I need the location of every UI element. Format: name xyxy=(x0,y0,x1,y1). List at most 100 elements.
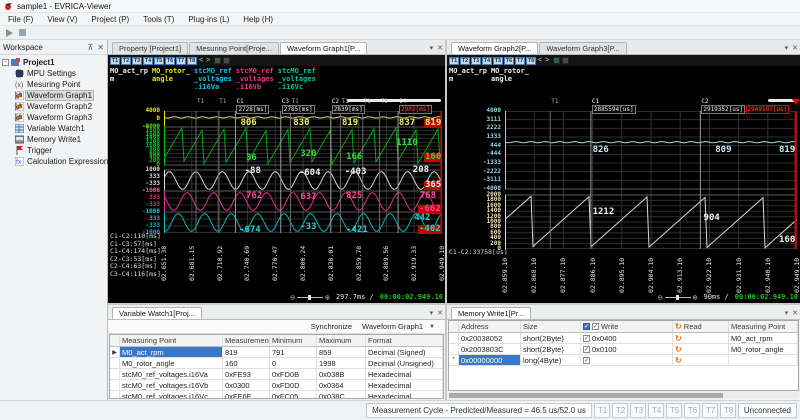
prev-cursor-button[interactable]: < xyxy=(538,57,542,64)
t1-button[interactable]: T1 xyxy=(449,56,459,65)
dock-menu-icon[interactable]: ▾ xyxy=(430,309,434,317)
tree-item-variable-watch[interactable]: Variable Watch1 xyxy=(2,123,107,134)
t2-button[interactable]: T2 xyxy=(460,56,470,65)
time-axis-label: 02.919.33 xyxy=(410,245,419,281)
menu-plugins[interactable]: Plug-ins (L) xyxy=(188,15,229,24)
write-checkbox[interactable]: ✓ xyxy=(583,334,590,342)
close-icon[interactable]: ✕ xyxy=(437,44,443,52)
dock-menu-icon[interactable]: ▾ xyxy=(785,44,789,52)
tab-waveform-graph3[interactable]: Waveform Graph3[P... xyxy=(539,42,627,54)
table-row[interactable]: ▶ M0_act_rpm 819 791 859 Decimal (Signed… xyxy=(110,347,443,358)
waveform-graph1-plot[interactable]: T1 T1 C1 2728[ms] C3 2785[ms] T1 C2 2839[ms] T1 T1… xyxy=(108,98,445,303)
close-icon[interactable]: ✕ xyxy=(792,309,798,317)
read-button[interactable]: ↻ xyxy=(675,345,682,354)
scrollbar-thumb[interactable] xyxy=(449,393,723,398)
tree-item-calculation-expression[interactable]: fx Calculation Expression xyxy=(2,156,108,167)
graph-tool-icon[interactable] xyxy=(214,57,222,64)
table-row[interactable]: 0x2003803C short(2Byte) ✓ 0x0100 ↻ M0_rot… xyxy=(449,344,798,355)
t6-button[interactable]: T6 xyxy=(504,56,514,65)
dock-menu-icon[interactable]: ▾ xyxy=(785,309,789,317)
zoom-out-icon[interactable]: ⊖ xyxy=(658,293,663,302)
write-checkbox[interactable]: ✓ xyxy=(583,356,590,364)
t5-button[interactable]: T5 xyxy=(154,56,164,65)
time-axis-label: 02.859.10 xyxy=(501,257,509,293)
table-row[interactable]: M0_rotor_angle 160 0 1998 Decimal (Unsig… xyxy=(110,358,443,369)
t8-button[interactable]: T8 xyxy=(187,56,197,65)
expander-icon[interactable]: - xyxy=(2,59,9,66)
tree-item-mpu-settings[interactable]: MPU Settings xyxy=(2,68,107,79)
status-t8[interactable]: T8 xyxy=(719,403,736,418)
status-t5[interactable]: T5 xyxy=(665,403,682,418)
write-all-checkbox[interactable]: ✓ xyxy=(583,323,590,330)
t4-button[interactable]: T4 xyxy=(482,56,492,65)
menu-file[interactable]: File (F) xyxy=(8,15,33,24)
close-icon[interactable]: ✕ xyxy=(97,43,104,52)
slider-handle[interactable] xyxy=(675,294,679,300)
menu-help[interactable]: Help (H) xyxy=(243,15,273,24)
tab-memory-write1[interactable]: Memory Write1[Pr... xyxy=(451,307,532,319)
t8-button[interactable]: T8 xyxy=(526,56,536,65)
status-t3[interactable]: T3 xyxy=(629,403,646,418)
stop-button[interactable] xyxy=(19,29,26,36)
tree-item-waveform-graph2[interactable]: Waveform Graph2 xyxy=(2,101,107,112)
close-icon[interactable]: ✕ xyxy=(792,44,798,52)
t1-button[interactable]: T1 xyxy=(110,56,120,65)
graph-tool-icon[interactable] xyxy=(553,57,561,64)
menu-project[interactable]: Project (P) xyxy=(91,15,129,24)
status-t6[interactable]: T6 xyxy=(683,403,700,418)
tab-measuring-point[interactable]: Mesuring Point[Proje... xyxy=(189,42,279,54)
prev-cursor-button[interactable]: < xyxy=(199,57,203,64)
tab-waveform-graph1[interactable]: Waveform Graph1[P... xyxy=(279,42,368,54)
t7-button[interactable]: T7 xyxy=(515,56,525,65)
tree-item-project[interactable]: - Project1 xyxy=(2,57,107,68)
table-row[interactable]: stcM0_ref_voltages.i16Vc 0xFE6E 0xFC05 0… xyxy=(110,391,443,398)
status-t1[interactable]: T1 xyxy=(593,403,610,418)
read-button[interactable]: ↻ xyxy=(675,356,682,365)
graph-capture-icon[interactable] xyxy=(562,57,570,64)
close-icon[interactable]: ✕ xyxy=(437,309,443,317)
slider-handle[interactable] xyxy=(308,294,312,300)
tab-waveform-graph2[interactable]: Waveform Graph2[P... xyxy=(451,42,539,54)
table-row[interactable]: 0x20038052 short(2Byte) ✓ 0x0400 ↻ M0_act… xyxy=(449,333,798,344)
tab-variable-watch1[interactable]: Variable Watch1[Proj... xyxy=(112,307,202,319)
horizontal-scrollbar[interactable] xyxy=(448,392,799,399)
zoom-in-icon[interactable]: ⊕ xyxy=(325,293,330,302)
status-t2[interactable]: T2 xyxy=(611,403,628,418)
t6-button[interactable]: T6 xyxy=(165,56,175,65)
tab-property[interactable]: Property [Project1] xyxy=(112,42,189,54)
table-row[interactable]: * 0x00000000 long(4Byte) ✓ ↻ xyxy=(449,355,798,366)
time-scrollbar[interactable] xyxy=(347,99,441,102)
menu-tools[interactable]: Tools (T) xyxy=(143,15,174,24)
status-t7[interactable]: T7 xyxy=(701,403,718,418)
waveform-graph2-plot[interactable]: T1 C1 2885594[us] C2 2919352[us] 2949107[us] 4… xyxy=(447,98,800,303)
t2-button[interactable]: T2 xyxy=(121,56,131,65)
zoom-slider[interactable]: ⊖ ⊕ xyxy=(290,293,330,302)
tree-item-waveform-graph1[interactable]: Waveform Graph1 xyxy=(2,90,107,101)
pin-icon[interactable]: ⊼ xyxy=(87,43,93,52)
sync-target-select[interactable]: Waveform Graph1 ▼ xyxy=(362,322,435,331)
t7-button[interactable]: T7 xyxy=(176,56,186,65)
t3-button[interactable]: T3 xyxy=(471,56,481,65)
zoom-out-icon[interactable]: ⊖ xyxy=(290,293,295,302)
tree-item-trigger[interactable]: Trigger xyxy=(2,145,107,156)
tree-item-waveform-graph3[interactable]: Waveform Graph3 xyxy=(2,112,107,123)
table-row[interactable]: stcM0_ref_voltages.i16Va 0xFE93 0xFD0B 0… xyxy=(110,369,443,380)
graph-capture-icon[interactable] xyxy=(223,57,231,64)
t3-button[interactable]: T3 xyxy=(132,56,142,65)
tree-item-memory-write[interactable]: Memory Write1 xyxy=(2,134,107,145)
read-button[interactable]: ↻ xyxy=(675,334,682,343)
t5-button[interactable]: T5 xyxy=(493,56,503,65)
zoom-in-icon[interactable]: ⊕ xyxy=(693,293,698,302)
write-checkbox[interactable]: ✓ xyxy=(583,345,590,353)
zoom-slider[interactable]: ⊖ ⊕ xyxy=(658,293,698,302)
table-row[interactable]: stcM0_ref_voltages.i16Vb 0x0300 0xFD0D 0… xyxy=(110,380,443,391)
tree-item-measuring-point[interactable]: (x) Mesuring Point xyxy=(2,79,107,90)
time-axis-label: 02.895.10 xyxy=(617,257,626,293)
next-cursor-button[interactable]: > xyxy=(206,57,210,64)
play-button[interactable] xyxy=(6,28,13,37)
t4-button[interactable]: T4 xyxy=(143,56,153,65)
status-t4[interactable]: T4 xyxy=(647,403,664,418)
next-cursor-button[interactable]: > xyxy=(545,57,549,64)
dock-menu-icon[interactable]: ▾ xyxy=(430,44,434,52)
menu-view[interactable]: View (V) xyxy=(47,15,77,24)
